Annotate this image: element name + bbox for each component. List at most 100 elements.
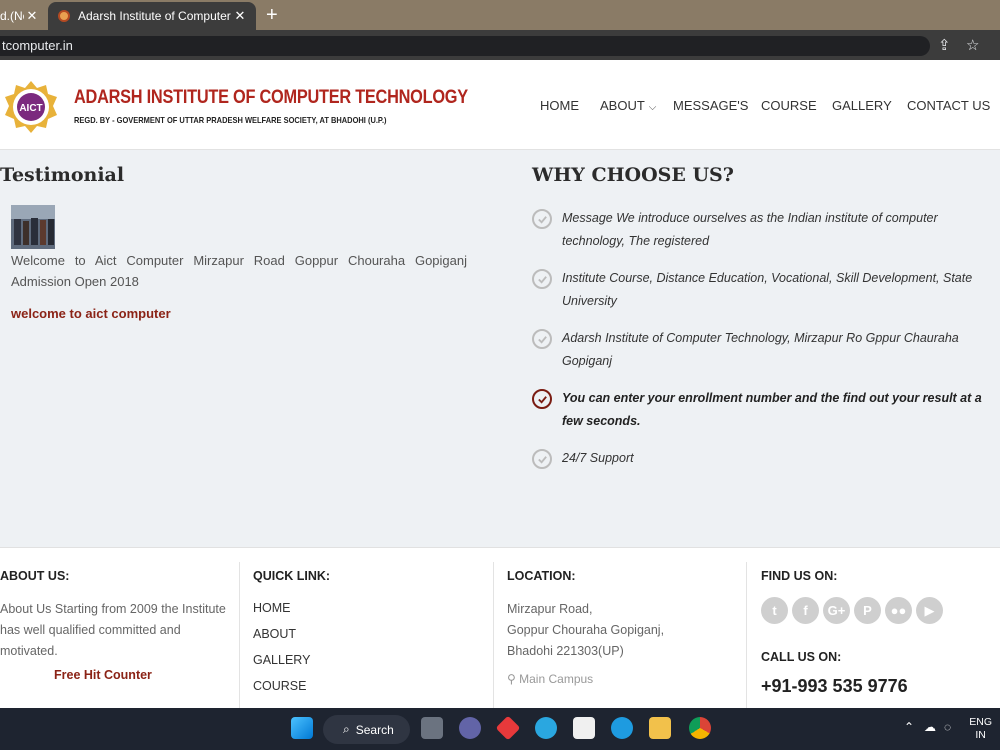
check-circle-icon bbox=[532, 389, 552, 409]
taskbar-search[interactable]: ⌕ Search bbox=[323, 715, 410, 744]
map-pin-icon: ⚲ bbox=[507, 672, 516, 686]
logo-text: AICT bbox=[19, 103, 42, 114]
why-choose-title: WHY CHOOSE US? bbox=[532, 164, 734, 186]
reason-item: Adarsh Institute of Computer Technology,… bbox=[532, 327, 990, 373]
footer-find-us: FIND US ON: t f G+ P ●● ▶ CALL US ON: +9… bbox=[761, 563, 996, 713]
flickr-icon[interactable]: ●● bbox=[885, 597, 912, 624]
address-line: Bhadohi 221303(UP) bbox=[507, 644, 624, 658]
reason-item: Institute Course, Distance Education, Vo… bbox=[532, 267, 990, 313]
check-circle-icon bbox=[532, 449, 552, 469]
campus-label: Main Campus bbox=[519, 672, 594, 686]
share-icon[interactable]: ⇪ bbox=[938, 36, 951, 54]
browser-tab-inactive[interactable]: d.(Ne ✕ bbox=[0, 2, 48, 30]
social-links: t f G+ P ●● ▶ bbox=[761, 597, 996, 624]
footer-find-heading: FIND US ON: bbox=[761, 569, 838, 583]
search-icon: ⌕ bbox=[343, 722, 350, 736]
close-tab-icon[interactable]: ✕ bbox=[232, 8, 248, 24]
teams-icon[interactable] bbox=[459, 717, 481, 739]
nav-contact-us[interactable]: CONTACT US bbox=[907, 98, 990, 113]
brand-subtitle: REGD. BY - GOVERMENT OF UTTAR PRADESH WE… bbox=[74, 115, 387, 125]
footer-call-heading: CALL US ON: bbox=[761, 650, 842, 664]
reason-text: Adarsh Institute of Computer Technology,… bbox=[562, 331, 959, 368]
youtube-icon[interactable]: ▶ bbox=[916, 597, 943, 624]
url-field[interactable]: tcomputer.in bbox=[0, 36, 930, 56]
aict-logo-icon[interactable]: AICT bbox=[4, 80, 58, 134]
nav-about-label: ABOUT bbox=[600, 98, 645, 113]
facebook-icon[interactable]: f bbox=[792, 597, 819, 624]
address-bar: tcomputer.in ⇪ ☆ bbox=[0, 30, 1000, 60]
reason-text: Institute Course, Distance Education, Vo… bbox=[562, 271, 973, 308]
footer-location: LOCATION: Mirzapur Road, Goppur Chouraha… bbox=[507, 563, 737, 713]
reason-item: Message We introduce ourselves as the In… bbox=[532, 207, 990, 253]
twitter-icon[interactable]: t bbox=[761, 597, 788, 624]
weather-cloud-icon[interactable]: ☁ bbox=[924, 720, 936, 734]
search-label: Search bbox=[355, 722, 394, 737]
browser-tab-active[interactable]: Adarsh Institute of Computer Tec ✕ bbox=[48, 2, 256, 30]
testimonial-title: Testimonial bbox=[0, 164, 125, 186]
tab-title: d.(Ne bbox=[0, 9, 24, 23]
reason-text: You can enter your enrollment number and… bbox=[562, 391, 982, 428]
footer-about-text: About Us Starting from 2009 the Institut… bbox=[0, 602, 226, 658]
nav-messages[interactable]: MESSAGE'S bbox=[673, 98, 748, 113]
testimonial-link[interactable]: welcome to aict computer bbox=[11, 306, 171, 321]
footer-link-course[interactable]: COURSE bbox=[253, 673, 483, 699]
footer-link-gallery[interactable]: GALLERY bbox=[253, 647, 483, 673]
footer-divider bbox=[493, 562, 494, 708]
close-tab-icon[interactable]: ✕ bbox=[24, 8, 40, 24]
check-circle-icon bbox=[532, 209, 552, 229]
brand-name[interactable]: ADARSH INSTITUTE OF COMPUTER TECHNOLOGY bbox=[74, 87, 468, 109]
windows-taskbar: ⌕ Search ENG IN ⌃ ☁ ◌ bbox=[0, 708, 1000, 750]
google-plus-icon[interactable]: G+ bbox=[823, 597, 850, 624]
testimonial-text: Welcome to Aict Computer Mirzapur Road G… bbox=[11, 253, 467, 289]
show-hidden-icons-icon[interactable]: ⌃ bbox=[904, 720, 914, 734]
address-line: Goppur Chouraha Gopiganj, bbox=[507, 623, 665, 637]
nav-home[interactable]: HOME bbox=[540, 98, 579, 113]
browser-tab-strip: d.(Ne ✕ Adarsh Institute of Computer Tec… bbox=[0, 0, 1000, 30]
nav-gallery[interactable]: GALLERY bbox=[832, 98, 892, 113]
chevron-down-icon: ⌵ bbox=[648, 102, 657, 113]
reason-item: 24/7 Support bbox=[532, 447, 990, 470]
app-diamond-icon[interactable] bbox=[495, 715, 521, 741]
tab-title: Adarsh Institute of Computer Tec bbox=[78, 9, 232, 23]
footer-location-heading: LOCATION: bbox=[507, 569, 576, 583]
bookmark-star-icon[interactable]: ☆ bbox=[966, 36, 979, 54]
free-hit-counter[interactable]: Free Hit Counter bbox=[54, 668, 232, 682]
footer-quick-heading: QUICK LINK: bbox=[253, 569, 331, 583]
footer-divider bbox=[239, 562, 240, 708]
windows-start-icon[interactable] bbox=[291, 717, 313, 739]
file-explorer-icon[interactable] bbox=[649, 717, 671, 739]
site-favicon-icon bbox=[58, 10, 70, 22]
region-label: IN bbox=[975, 729, 986, 741]
main-section: Testimonial Welcome to Aict Computer Mir… bbox=[0, 150, 1000, 548]
testimonial-photo bbox=[11, 205, 55, 249]
task-view-icon[interactable] bbox=[421, 717, 443, 739]
footer-link-about[interactable]: ABOUT bbox=[253, 621, 483, 647]
language-indicator[interactable]: ENG IN bbox=[969, 716, 992, 742]
pinterest-icon[interactable]: P bbox=[854, 597, 881, 624]
footer-address: Mirzapur Road, Goppur Chouraha Gopiganj,… bbox=[507, 599, 737, 662]
phone-number[interactable]: +91-993 535 9776 bbox=[761, 676, 996, 697]
site-header: AICT ADARSH INSTITUTE OF COMPUTER TECHNO… bbox=[0, 60, 1000, 150]
footer-divider bbox=[746, 562, 747, 708]
footer-about-heading: ABOUT US: bbox=[0, 569, 70, 583]
check-circle-icon bbox=[532, 269, 552, 289]
footer-about: ABOUT US: About Us Starting from 2009 th… bbox=[0, 563, 232, 713]
nav-course[interactable]: COURSE bbox=[761, 98, 817, 113]
footer-link-home[interactable]: HOME bbox=[253, 595, 483, 621]
address-line: Mirzapur Road, bbox=[507, 602, 593, 616]
help-app-icon[interactable] bbox=[535, 717, 557, 739]
nav-about[interactable]: ABOUT ⌵ bbox=[600, 98, 656, 113]
edge-icon[interactable] bbox=[611, 717, 633, 739]
store-icon[interactable] bbox=[573, 717, 595, 739]
chrome-icon[interactable] bbox=[689, 717, 711, 739]
network-icon[interactable]: ◌ bbox=[944, 720, 951, 734]
new-tab-icon[interactable]: + bbox=[266, 5, 278, 25]
reason-text: Message We introduce ourselves as the In… bbox=[562, 211, 938, 248]
footer-quick-links: QUICK LINK: HOME ABOUT GALLERY COURSE bbox=[253, 563, 483, 713]
lang-label: ENG bbox=[969, 716, 992, 728]
main-campus-link[interactable]: ⚲ Main Campus bbox=[507, 672, 737, 686]
reason-item-active[interactable]: You can enter your enrollment number and… bbox=[532, 387, 990, 433]
check-circle-icon bbox=[532, 329, 552, 349]
site-footer: ABOUT US: About Us Starting from 2009 th… bbox=[0, 548, 1000, 708]
reason-text: 24/7 Support bbox=[562, 451, 634, 465]
